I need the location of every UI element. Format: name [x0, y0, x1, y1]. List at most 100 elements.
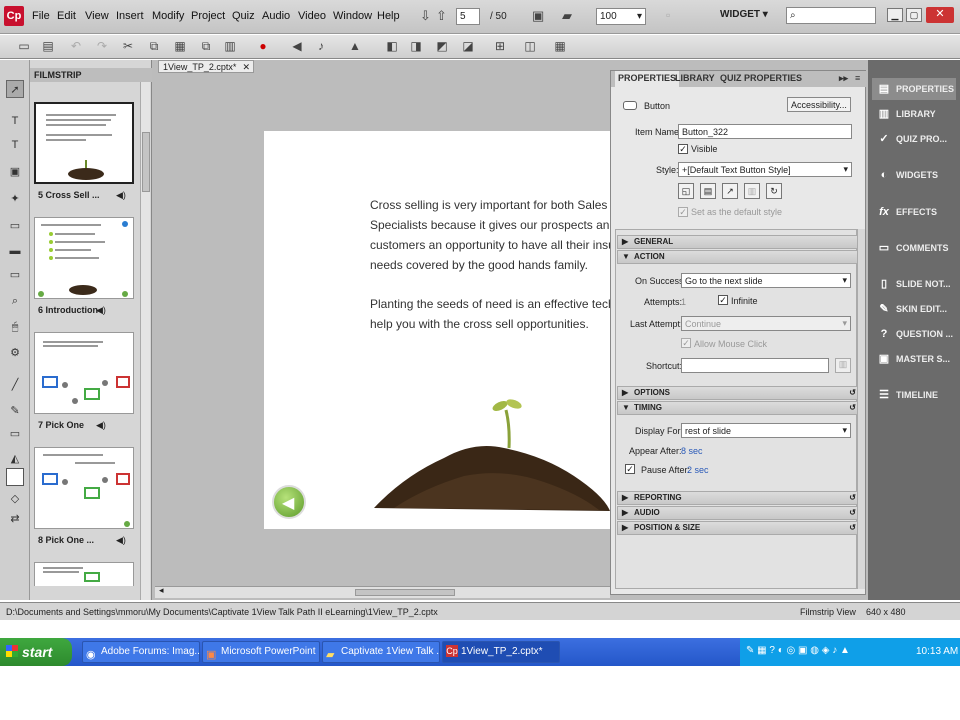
rectangle-tool-icon[interactable]: ▭ [6, 425, 24, 443]
section-options[interactable]: ▶ OPTIONS ↺ [617, 386, 861, 400]
button-tool-icon[interactable]: ▬ [6, 242, 24, 260]
send-back-icon[interactable]: ◪ [460, 38, 476, 54]
menu-video[interactable]: Video [298, 10, 326, 22]
dock-master-slide[interactable]: ▣ MASTER S... [872, 348, 956, 370]
slide-thumbnail[interactable] [34, 447, 134, 529]
dock-properties[interactable]: ▤ PROPERTIES [872, 78, 956, 100]
minimize-button[interactable]: ▁ [887, 8, 903, 22]
menu-quiz[interactable]: Quiz [232, 10, 255, 22]
section-position-size[interactable]: ▶ POSITION & SIZE ↺ [617, 521, 861, 535]
style-select[interactable]: +[Default Text Button Style] ▾ [678, 162, 852, 177]
style-refresh-icon[interactable]: ↻ [766, 183, 782, 199]
collapse-panel-icon[interactable]: ▸▸ [839, 73, 848, 84]
reset-icon[interactable]: ↺ [849, 387, 856, 399]
restore-button[interactable]: ▢ [906, 8, 922, 22]
tab-library[interactable]: LIBRARY [675, 73, 715, 83]
appear-after-value[interactable]: 8 sec [681, 446, 703, 456]
tab-properties[interactable]: PROPERTIES [615, 71, 680, 87]
default-style-checkbox[interactable]: ✓ [678, 207, 688, 217]
style-save-icon[interactable]: ▤ [700, 183, 716, 199]
dock-widgets[interactable]: ◐ WIDGETS [872, 164, 956, 186]
slide-thumbnail[interactable] [34, 102, 134, 184]
copy-icon[interactable]: ⧉ [146, 38, 162, 54]
slide-number-input[interactable]: 5 [456, 8, 480, 25]
section-action[interactable]: ▼ ACTION [617, 250, 861, 264]
shortcut-clear-icon[interactable]: ▥ [835, 358, 851, 373]
next-slide-icon[interactable]: ⇧ [436, 8, 447, 24]
reset-icon[interactable]: ↺ [849, 507, 856, 519]
on-success-select[interactable]: Go to the next slide ▾ [681, 273, 851, 288]
horizontal-scrollbar[interactable]: ◂ [155, 585, 610, 598]
grid-icon[interactable]: ▦ [552, 38, 568, 54]
cut-icon[interactable]: ✂ [120, 38, 136, 54]
reset-icon[interactable]: ↺ [849, 492, 856, 504]
close-button[interactable]: ✕ [926, 7, 954, 23]
horizontal-scroll-thumb[interactable] [355, 589, 455, 596]
document-tab[interactable]: 1View_TP_2.cptx* ✕ [158, 60, 254, 73]
scroll-left-icon[interactable]: ◂ [159, 585, 164, 596]
taskbar-item[interactable]: ▣ Microsoft PowerPoint ... [202, 641, 320, 663]
menu-help[interactable]: Help [377, 10, 400, 22]
pause-after-checkbox[interactable]: ✓ [625, 464, 635, 474]
taskbar-item[interactable]: ▰ Captivate 1View Talk ... [322, 641, 440, 663]
section-general[interactable]: ▶ GENERAL [617, 235, 861, 249]
menu-edit[interactable]: Edit [57, 10, 76, 22]
text-animation-tool-icon[interactable]: T [6, 136, 24, 154]
select-tool-icon[interactable]: ➚ [6, 80, 24, 98]
section-timing[interactable]: ▼ TIMING ↺ [617, 401, 861, 415]
bring-front-icon[interactable]: ◧ [384, 38, 400, 54]
accessibility-button[interactable]: Accessibility... [787, 97, 851, 112]
music-icon[interactable]: ♪ [313, 38, 329, 54]
last-attempt-select[interactable]: Continue ▾ [681, 316, 851, 331]
menu-window[interactable]: Window [333, 10, 372, 22]
dock-skin-editor[interactable]: ✎ SKIN EDIT... [872, 298, 956, 320]
zoom-tool-icon[interactable]: ⌕ [6, 292, 24, 310]
dock-effects[interactable]: fx EFFECTS [872, 201, 956, 223]
rollover-tool-icon[interactable]: ▣ [6, 163, 24, 181]
dock-library[interactable]: ▥ LIBRARY [872, 103, 956, 125]
panel-menu-icon[interactable]: ≡ [855, 73, 860, 83]
stroke-tool-icon[interactable]: ◇ [6, 490, 24, 508]
dock-question-pool[interactable]: ? QUESTION ... [872, 323, 956, 345]
audio-icon[interactable]: ◀ [289, 38, 305, 54]
fill-tool-icon[interactable]: ◭ [6, 450, 24, 468]
style-reset-icon[interactable]: ◱ [678, 183, 694, 199]
align-icon[interactable]: ⊞ [492, 38, 508, 54]
tab-quiz-properties[interactable]: QUIZ PROPERTIES [720, 73, 802, 83]
display-icon[interactable]: ▣ [532, 8, 544, 24]
center-icon[interactable]: ◫ [522, 38, 538, 54]
infinite-checkbox[interactable]: ✓ [718, 295, 728, 305]
back-button[interactable]: ◀ [272, 485, 306, 519]
attempts-value[interactable]: 1 [681, 297, 686, 307]
item-name-input[interactable]: Button_322 [678, 124, 852, 139]
filmstrip-scroll-thumb[interactable] [142, 132, 150, 192]
record-icon[interactable]: ● [255, 38, 271, 54]
menu-insert[interactable]: Insert [116, 10, 144, 22]
tray-icons[interactable]: ✎ ▦ ? ◐ ◎ ▣ ◍ ◈ ♪ ▲ [746, 645, 850, 656]
slide-thumbnail[interactable] [34, 562, 134, 586]
taskbar-item[interactable]: ◉ Adobe Forums: Imag... [82, 641, 200, 663]
slide-thumbnail[interactable] [34, 332, 134, 414]
menu-project[interactable]: Project [191, 10, 225, 22]
menu-view[interactable]: View [85, 10, 109, 22]
workspace-switcher[interactable]: WIDGET ▾ [720, 9, 768, 20]
reset-icon[interactable]: ↺ [849, 402, 856, 414]
menu-modify[interactable]: Modify [152, 10, 184, 22]
taskbar-item-active[interactable]: Cp 1View_TP_2.cptx* [442, 641, 560, 663]
highlight-tool-icon[interactable]: ✦ [6, 190, 24, 208]
folder-icon[interactable]: ▰ [562, 8, 572, 24]
swap-colors-icon[interactable]: ⇄ [6, 510, 24, 528]
pencil-tool-icon[interactable]: ✎ [6, 402, 24, 420]
close-tab-icon[interactable]: ✕ [242, 61, 250, 73]
pause-after-value[interactable]: 2 sec [687, 465, 709, 475]
save-icon[interactable]: ▤ [40, 38, 56, 54]
text-entry-tool-icon[interactable]: ▭ [6, 266, 24, 284]
filmstrip-scrollbar[interactable] [140, 82, 150, 600]
delete-icon[interactable]: ▥ [222, 38, 238, 54]
redo-icon[interactable]: ↷ [94, 38, 110, 54]
open-icon[interactable]: ▭ [16, 38, 32, 54]
zoom-select[interactable]: 100 ▾ [596, 8, 646, 25]
dock-quiz-properties[interactable]: ✓ QUIZ PRO... [872, 128, 956, 150]
dock-comments[interactable]: ▭ COMMENTS [872, 237, 956, 259]
widget-tool-icon[interactable]: ⚙ [6, 344, 24, 362]
